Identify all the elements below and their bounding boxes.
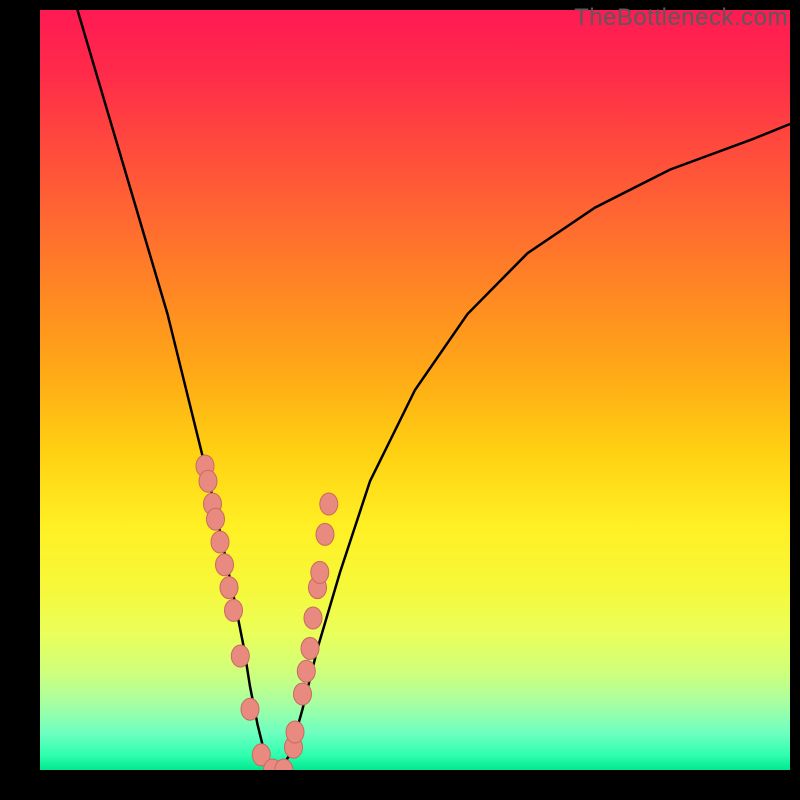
marker-point: [199, 470, 217, 492]
marker-point: [211, 531, 229, 553]
marker-point: [294, 683, 312, 705]
marker-point: [320, 493, 338, 515]
marker-point: [286, 721, 304, 743]
marker-point: [207, 508, 225, 530]
marker-point: [304, 607, 322, 629]
watermark-text: TheBottleneck.com: [574, 4, 788, 32]
chart-frame: TheBottleneck.com: [0, 0, 800, 800]
marker-point: [225, 599, 243, 621]
plot-svg: [40, 10, 790, 770]
marker-point: [220, 577, 238, 599]
marker-point: [241, 698, 259, 720]
bottleneck-curve: [78, 10, 791, 770]
marker-point: [316, 523, 334, 545]
plot-area: [40, 10, 790, 770]
marker-point: [231, 645, 249, 667]
marker-point: [301, 637, 319, 659]
data-markers: [196, 455, 338, 770]
marker-point: [311, 561, 329, 583]
marker-point: [216, 554, 234, 576]
marker-point: [297, 660, 315, 682]
